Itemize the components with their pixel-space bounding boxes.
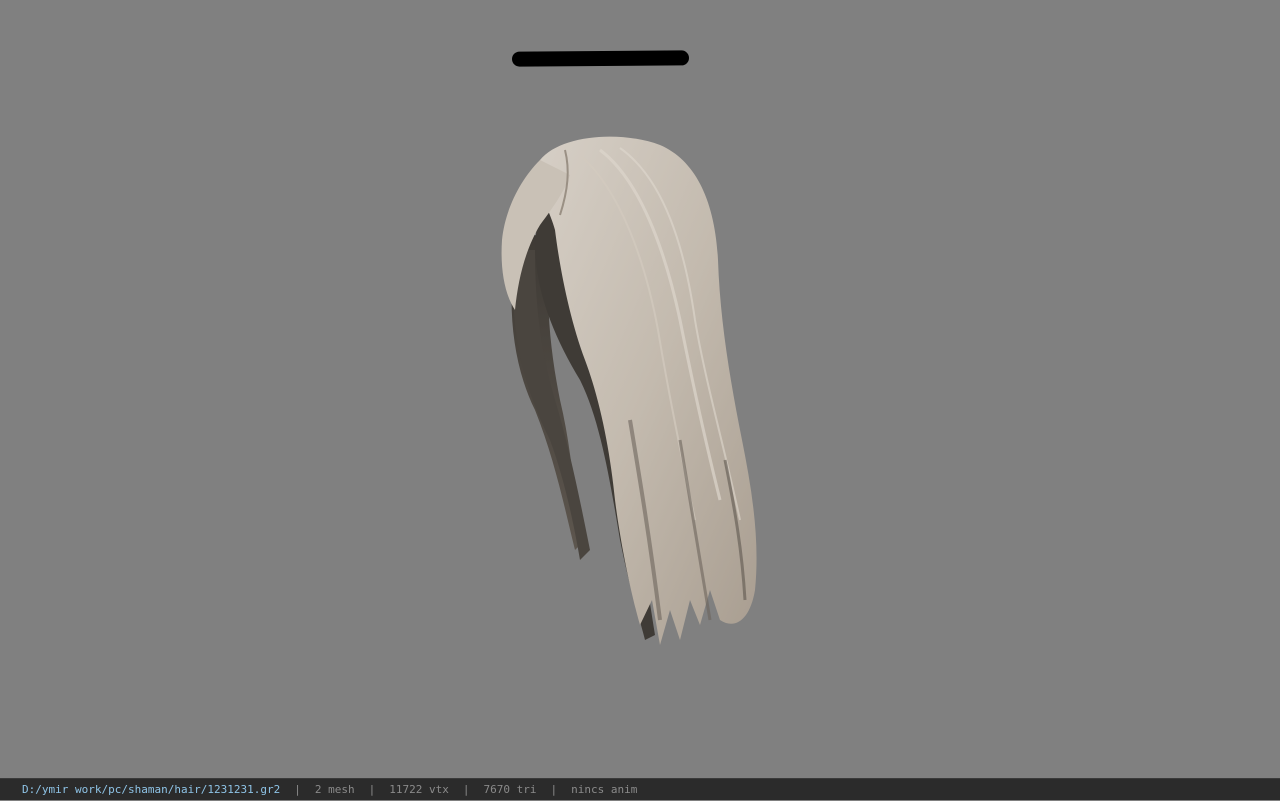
triangle-count: 7670 tri (483, 782, 537, 796)
3d-viewport[interactable] (0, 0, 1280, 778)
animation-status: nincs anim (571, 782, 638, 796)
separator: | (368, 782, 376, 796)
mesh-count: 2 mesh (314, 782, 355, 796)
status-bar: D:/ymir work/pc/shaman/hair/1231231.gr2 … (0, 778, 1280, 800)
separator: | (550, 782, 558, 796)
file-path: D:/ymir work/pc/shaman/hair/1231231.gr2 (22, 782, 281, 796)
redaction-bar (511, 50, 690, 67)
separator: | (294, 782, 301, 796)
hair-model[interactable] (480, 120, 780, 660)
separator: | (462, 782, 470, 796)
vertex-count: 11722 vtx (389, 782, 449, 796)
